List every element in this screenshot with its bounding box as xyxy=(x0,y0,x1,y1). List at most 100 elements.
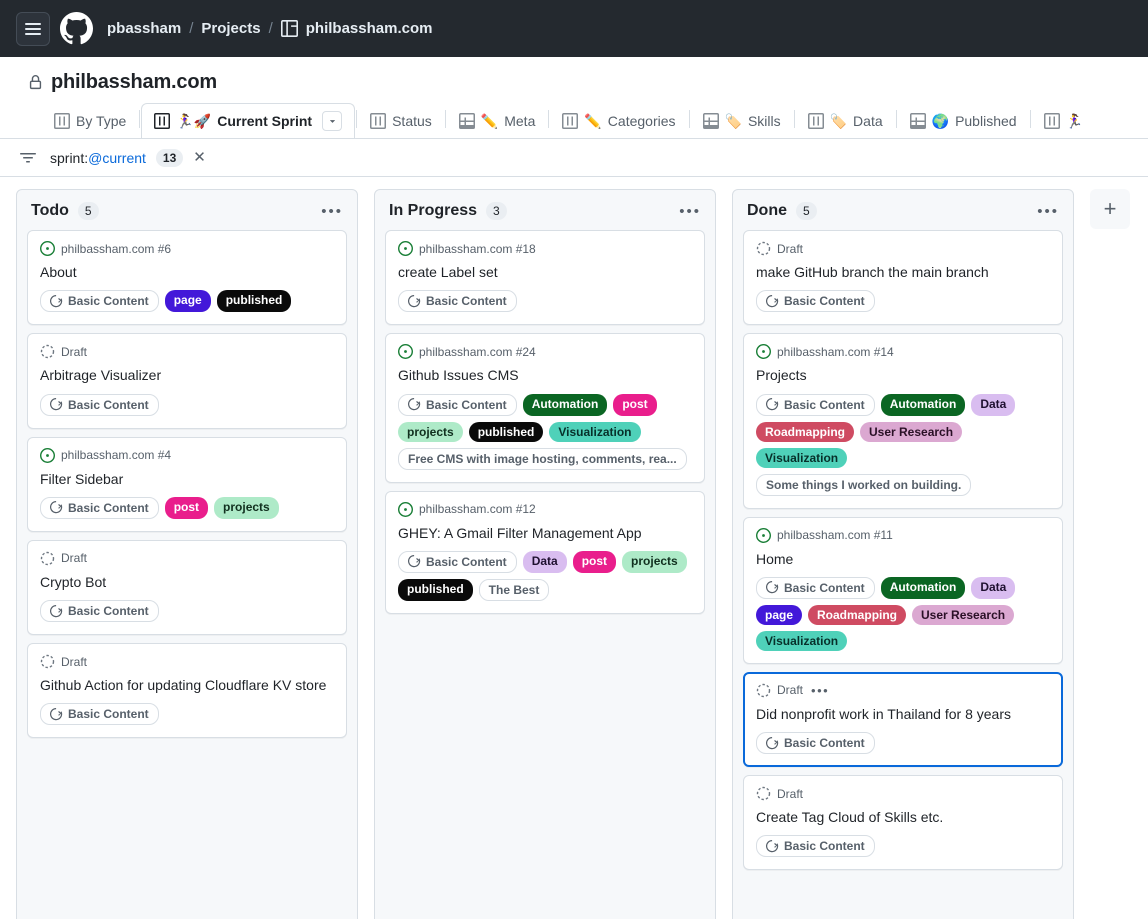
card-meta: philbassham.com #14 xyxy=(756,344,1050,360)
iteration-icon xyxy=(766,398,779,411)
card-reference: Draft xyxy=(61,654,88,669)
active-filter-chip[interactable]: sprint:@current 13 ✕ xyxy=(50,148,206,167)
card-label-chip: Data xyxy=(971,576,1016,599)
card-label-chip: Visualization xyxy=(549,421,641,442)
chip-label: Basic Content xyxy=(784,294,865,309)
board-card[interactable]: Draft Github Action for updating Cloudfla… xyxy=(27,643,347,739)
board-icon xyxy=(370,112,387,129)
card-text-field-chip: Free CMS with image hosting, comments, r… xyxy=(398,447,687,470)
issue-open-icon xyxy=(398,241,413,256)
board-icon xyxy=(562,112,579,129)
tab-status[interactable]: Status xyxy=(358,103,444,138)
board-card[interactable]: Draft Create Tag Cloud of Skills etc. Basi… xyxy=(743,775,1063,871)
tab-overflow[interactable]: 🏃‍♀️ xyxy=(1032,103,1095,138)
card-chips: Basic Content Automation Data Roadmapping Us… xyxy=(756,393,1050,496)
table-icon xyxy=(909,112,926,129)
tab-options-chevron-down-icon[interactable] xyxy=(322,111,343,131)
card-text-field-chip: The Best xyxy=(478,578,550,601)
filter-query: sprint:@current xyxy=(50,150,146,166)
card-reference: philbassham.com #14 xyxy=(777,344,894,359)
card-meta: philbassham.com #24 xyxy=(398,344,692,360)
board-card[interactable]: philbassham.com #24 Github Issues CMS Basi… xyxy=(385,333,705,483)
board-card[interactable]: philbassham.com #6 About Basic Content page… xyxy=(27,230,347,326)
iteration-icon xyxy=(766,294,779,308)
tab-label: Skills xyxy=(747,112,781,129)
tab-label: Categories xyxy=(607,112,676,129)
chip-label: Basic Content xyxy=(68,294,149,309)
iteration-icon xyxy=(408,294,421,308)
card-meta: philbassham.com #11 xyxy=(756,527,1050,543)
page-header: philbassham.com xyxy=(0,57,1148,99)
card-label-chip: projects xyxy=(622,550,687,573)
board-card[interactable]: Draft Crypto Bot Basic Content xyxy=(27,539,347,636)
github-logo-icon[interactable] xyxy=(60,12,93,45)
iteration-icon xyxy=(408,555,421,568)
card-reference: philbassham.com #11 xyxy=(777,528,893,543)
card-chips: Basic Content xyxy=(756,732,1050,755)
board-card[interactable]: philbassham.com #12 GHEY: A Gmail Filter … xyxy=(385,490,705,614)
tab-data[interactable]: 🏷️ Data xyxy=(796,103,895,138)
issue-open-icon xyxy=(756,527,771,543)
filter-icon[interactable] xyxy=(20,150,36,166)
card-iteration-chip: Basic Content xyxy=(398,550,517,573)
column-menu-icon[interactable]: ••• xyxy=(679,204,701,219)
card-meta: Draft ••• xyxy=(756,683,1050,698)
column-menu-icon[interactable]: ••• xyxy=(321,204,343,219)
breadcrumb-projects[interactable]: Projects xyxy=(201,20,260,37)
tab-emoji-icon: 🏃‍♀️ xyxy=(1065,112,1083,129)
board-icon xyxy=(1043,112,1060,129)
board-card[interactable]: Draft Arbitrage Visualizer Basic Content xyxy=(27,333,347,429)
board-card[interactable]: Draft make GitHub branch the main branch B… xyxy=(743,230,1063,326)
card-iteration-chip: Basic Content xyxy=(756,290,875,313)
card-title: make GitHub branch the main branch xyxy=(756,264,989,280)
iteration-icon xyxy=(50,604,63,618)
lock-icon xyxy=(28,74,43,90)
column-title: Done xyxy=(747,202,787,219)
board-column-todo: Todo 5 ••• philbassham.com #6 About Basic Con… xyxy=(16,189,358,919)
column-menu-icon[interactable]: ••• xyxy=(1037,204,1059,219)
tab-label: Published xyxy=(955,112,1017,129)
tab-skills[interactable]: 🏷️ Skills xyxy=(691,103,793,138)
tab-published[interactable]: 🌍 Published xyxy=(898,103,1029,138)
add-column-button[interactable]: + xyxy=(1090,189,1130,229)
tab-divider xyxy=(356,109,358,128)
tab-meta[interactable]: ✏️ Meta xyxy=(447,103,548,138)
card-label-chip: projects xyxy=(398,421,463,442)
board-card[interactable]: philbassham.com #14 Projects Basic Content… xyxy=(743,333,1063,509)
column-header: In Progress 3 ••• xyxy=(375,190,715,230)
breadcrumb-separator-1: / xyxy=(189,20,194,37)
tab-divider xyxy=(688,109,690,128)
card-iteration-chip: Basic Content xyxy=(756,732,875,755)
tab-categories[interactable]: ✏️ Categories xyxy=(550,103,687,138)
clear-filter-icon[interactable]: ✕ xyxy=(193,150,206,165)
column-item-count: 5 xyxy=(77,202,99,220)
chip-label: Basic Content xyxy=(426,397,507,412)
card-chips: Basic Content Automation post projects publi… xyxy=(398,393,692,470)
board-card[interactable]: philbassham.com #4 Filter Sidebar Basic Co… xyxy=(27,436,347,532)
board-card[interactable]: philbassham.com #11 Home Basic Content Auto… xyxy=(743,516,1063,664)
card-label-chip: post xyxy=(572,550,617,573)
column-cards: Draft make GitHub branch the main branch B… xyxy=(733,230,1073,880)
card-reference: philbassham.com #6 xyxy=(61,241,172,256)
card-iteration-chip: Basic Content xyxy=(40,496,159,519)
card-label-chip: Visualization xyxy=(756,447,848,468)
card-label-chip: Automation xyxy=(522,393,608,416)
issue-open-icon xyxy=(398,501,413,517)
card-iteration-chip: Basic Content xyxy=(40,600,159,623)
card-label-chip: Visualization xyxy=(756,630,848,651)
board-card[interactable]: philbassham.com #18 create Label set Basic… xyxy=(385,230,705,326)
tab-by-type[interactable]: By Type xyxy=(42,103,138,138)
breadcrumb-project-name[interactable]: philbassham.com xyxy=(306,20,433,37)
card-meta: philbassham.com #12 xyxy=(398,501,692,517)
tab-current-sprint[interactable]: 🏃‍♀️🚀 Current Sprint xyxy=(141,103,356,138)
card-title: Github Action for updating Cloudflare KV… xyxy=(40,677,327,694)
card-menu-icon[interactable]: ••• xyxy=(811,684,829,697)
card-label-chip: Automation xyxy=(880,576,966,599)
draft-icon xyxy=(40,654,55,669)
breadcrumb-owner[interactable]: pbassham xyxy=(107,20,181,37)
card-meta: Draft xyxy=(40,551,334,566)
column-cards: philbassham.com #6 About Basic Content page… xyxy=(17,230,357,748)
card-label-chip: page xyxy=(164,290,211,313)
board-card[interactable]: Draft ••• Did nonprofit work in Thailand f… xyxy=(743,671,1063,768)
hamburger-menu-icon[interactable] xyxy=(16,11,50,46)
